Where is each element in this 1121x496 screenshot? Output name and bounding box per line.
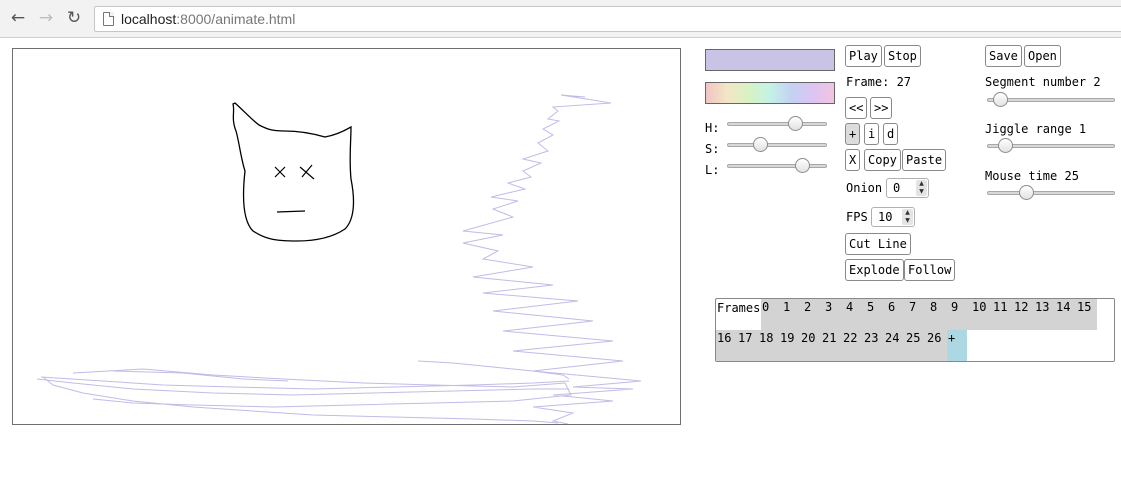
lightness-slider-thumb[interactable] <box>795 158 810 173</box>
frame-cell[interactable]: 18 <box>758 330 779 361</box>
frame-cell[interactable]: 17 <box>737 330 758 361</box>
mouse-time-label: Mouse time 25 <box>985 169 1079 183</box>
add-frame-button[interactable]: + <box>947 330 967 361</box>
frame-cell[interactable]: 8 <box>929 299 950 330</box>
frame-cell[interactable]: 3 <box>824 299 845 330</box>
open-button[interactable]: Open <box>1024 45 1061 67</box>
arrow-left-icon[interactable]: ← <box>8 8 28 28</box>
frames-label: Frames <box>717 301 761 315</box>
zigzag-stroke <box>462 94 642 424</box>
lightness-label: L: <box>705 163 720 177</box>
segment-number-label: Segment number 2 <box>985 75 1101 89</box>
hue-slider[interactable] <box>727 116 827 132</box>
spinner-arrows-icon[interactable]: ▲ ▼ <box>916 180 927 196</box>
url-host: localhost <box>121 11 177 27</box>
frame-cell[interactable]: 20 <box>800 330 821 361</box>
hue-slider-track <box>727 122 827 126</box>
ground-stroke-3 <box>72 368 572 408</box>
lightness-slider[interactable] <box>727 158 827 174</box>
cut-line-button[interactable]: Cut Line <box>845 233 911 255</box>
cat-right-eye-stroke <box>299 164 315 180</box>
next-frame-button[interactable]: >> <box>870 97 893 119</box>
hue-palette-swatch[interactable] <box>705 82 835 104</box>
current-color-swatch[interactable] <box>705 49 835 71</box>
onion-value: 0 <box>893 181 901 195</box>
saturation-slider-thumb[interactable] <box>752 137 768 152</box>
frame-cell[interactable]: 25 <box>905 330 926 361</box>
jiggle-range-slider[interactable] <box>987 138 1115 154</box>
cat-left-eye-stroke <box>274 166 286 178</box>
drawing-canvas[interactable] <box>12 48 681 425</box>
hue-label: H: <box>705 121 720 135</box>
follow-button[interactable]: Follow <box>904 259 956 281</box>
ground-stroke-1 <box>40 376 570 390</box>
clear-button[interactable]: X <box>845 149 861 171</box>
fps-label: FPS <box>846 210 868 224</box>
frame-cell[interactable]: 23 <box>863 330 884 361</box>
frame-cell[interactable]: 21 <box>821 330 842 361</box>
hue-slider-thumb[interactable] <box>788 116 804 131</box>
page-icon <box>103 12 114 26</box>
frame-cell[interactable]: 12 <box>1013 299 1034 330</box>
frame-cell[interactable]: 15 <box>1076 299 1097 330</box>
frame-cell[interactable]: 6 <box>887 299 908 330</box>
cat-head-stroke <box>232 102 355 242</box>
frame-cell[interactable]: 14 <box>1055 299 1076 330</box>
delete-button[interactable]: d <box>883 123 899 145</box>
copy-button[interactable]: Copy <box>864 149 901 171</box>
frame-cell[interactable]: 24 <box>884 330 905 361</box>
saturation-label: S: <box>705 142 720 156</box>
frame-cell[interactable]: 5 <box>866 299 887 330</box>
jiggle-range-label: Jiggle range 1 <box>985 122 1087 136</box>
browser-toolbar: ← → ↻ localhost:8000/animate.html <box>0 0 1121 38</box>
fps-value: 10 <box>878 210 893 224</box>
spinner-arrows-icon[interactable]: ▲ ▼ <box>902 209 913 225</box>
mouse-time-slider-track <box>987 191 1115 195</box>
save-button[interactable]: Save <box>985 45 1022 67</box>
segment-number-slider-thumb[interactable] <box>992 92 1008 107</box>
frame-counter: Frame: 27 <box>846 75 912 89</box>
frame-cell[interactable]: 9 <box>950 299 971 330</box>
frame-cell[interactable]: 13 <box>1034 299 1055 330</box>
ground-stroke-2 <box>36 378 569 396</box>
frame-cell[interactable]: 22 <box>842 330 863 361</box>
onion-input[interactable]: 0 ▲ ▼ <box>886 178 929 198</box>
saturation-slider[interactable] <box>727 137 827 153</box>
frame-cell[interactable]: 2 <box>803 299 824 330</box>
explode-button[interactable]: Explode <box>845 259 904 281</box>
saturation-slider-track <box>727 143 827 147</box>
previous-frame-button[interactable]: << <box>845 97 868 119</box>
url-path: :8000/animate.html <box>176 11 296 27</box>
reload-icon[interactable]: ↻ <box>64 8 84 28</box>
frame-cell[interactable]: 19 <box>779 330 800 361</box>
cat-mouth-stroke <box>276 210 306 213</box>
add-mode-button[interactable]: + <box>845 123 861 145</box>
mouse-time-slider[interactable] <box>987 185 1115 201</box>
url-text[interactable]: localhost:8000/animate.html <box>121 11 295 27</box>
frames-panel: Frames 0 1 2 3 4 5 6 7 8 9 10 11 12 13 14 15 16 17 18 19 20… <box>715 298 1115 362</box>
frame-cell[interactable]: 11 <box>992 299 1013 330</box>
insert-button[interactable]: i <box>864 123 880 145</box>
arrow-right-icon[interactable]: → <box>36 8 56 28</box>
lightness-slider-track <box>727 164 827 168</box>
frame-cell[interactable]: 0 <box>761 299 782 330</box>
ground-stroke-6 <box>112 370 289 382</box>
frame-cell[interactable]: 16 <box>716 330 737 361</box>
onion-label: Onion <box>846 181 883 195</box>
play-button[interactable]: Play <box>845 45 882 67</box>
paste-button[interactable]: Paste <box>902 149 947 171</box>
address-bar[interactable]: localhost:8000/animate.html <box>94 6 1121 32</box>
frame-cell[interactable]: 7 <box>908 299 929 330</box>
stop-button[interactable]: Stop <box>884 45 921 67</box>
frame-cell[interactable]: 26 <box>926 330 947 361</box>
frame-cell[interactable]: 4 <box>845 299 866 330</box>
frame-cell[interactable]: 10 <box>971 299 992 330</box>
ground-stroke-4 <box>42 376 559 424</box>
fps-input[interactable]: 10 ▲ ▼ <box>871 207 915 227</box>
mouse-time-slider-thumb[interactable] <box>1018 185 1034 200</box>
segment-number-slider[interactable] <box>987 92 1115 108</box>
jiggle-range-slider-thumb[interactable] <box>998 138 1014 153</box>
frame-cell[interactable]: 1 <box>782 299 803 330</box>
